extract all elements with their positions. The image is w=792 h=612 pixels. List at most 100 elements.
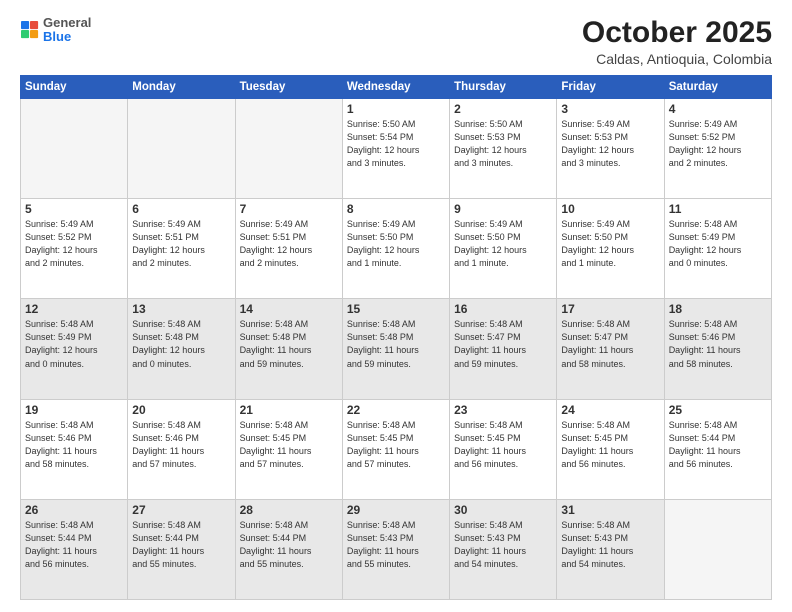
- day-cell: [235, 99, 342, 199]
- day-cell: 17Sunrise: 5:48 AM Sunset: 5:47 PM Dayli…: [557, 299, 664, 399]
- day-cell: 10 Sunrise: 5:49 AM Sunset: 5:50 PM Dayli…: [557, 199, 664, 299]
- day-info: Sunrise: 5:48 AM Sunset: 5:44 PM Dayligh…: [240, 519, 338, 571]
- week-row-1: 1 Sunrise: 5:50 AM Sunset: 5:54 PM Daylig…: [21, 99, 772, 199]
- day-info: Sunrise: 5:49 AM Sunset: 5:50 PM Dayligh…: [561, 218, 659, 270]
- day-cell: [21, 99, 128, 199]
- header-cell-wednesday: Wednesday: [342, 76, 449, 99]
- day-info: Sunrise: 5:48 AM Sunset: 5:44 PM Dayligh…: [669, 419, 767, 471]
- day-number: 7: [240, 202, 338, 216]
- day-info: Sunrise: 5:48 AM Sunset: 5:45 PM Dayligh…: [240, 419, 338, 471]
- title-section: October 2025 Caldas, Antioquia, Colombia: [582, 16, 772, 67]
- day-number: 11: [669, 202, 767, 216]
- header-cell-tuesday: Tuesday: [235, 76, 342, 99]
- day-number: 27: [132, 503, 230, 517]
- day-number: 23: [454, 403, 552, 417]
- day-info: Sunrise: 5:48 AM Sunset: 5:43 PM Dayligh…: [561, 519, 659, 571]
- day-info: Sunrise: 5:48 AM Sunset: 5:43 PM Dayligh…: [454, 519, 552, 571]
- day-cell: 2Sunrise: 5:50 AM Sunset: 5:53 PM Daylig…: [450, 99, 557, 199]
- day-number: 18: [669, 302, 767, 316]
- page: General Blue October 2025 Caldas, Antioq…: [0, 0, 792, 612]
- day-cell: 20Sunrise: 5:48 AM Sunset: 5:46 PM Dayli…: [128, 399, 235, 499]
- day-number: 17: [561, 302, 659, 316]
- day-cell: 30 Sunrise: 5:48 AM Sunset: 5:43 PM Dayli…: [450, 499, 557, 599]
- header: General Blue October 2025 Caldas, Antioq…: [20, 16, 772, 67]
- day-cell: 16 Sunrise: 5:48 AM Sunset: 5:47 PM Dayli…: [450, 299, 557, 399]
- week-row-3: 12Sunrise: 5:48 AM Sunset: 5:49 PM Dayli…: [21, 299, 772, 399]
- day-number: 19: [25, 403, 123, 417]
- day-cell: 1 Sunrise: 5:50 AM Sunset: 5:54 PM Daylig…: [342, 99, 449, 199]
- header-row: SundayMondayTuesdayWednesdayThursdayFrid…: [21, 76, 772, 99]
- day-info: Sunrise: 5:49 AM Sunset: 5:51 PM Dayligh…: [132, 218, 230, 270]
- day-info: Sunrise: 5:48 AM Sunset: 5:48 PM Dayligh…: [132, 318, 230, 370]
- day-cell: 3 Sunrise: 5:49 AM Sunset: 5:53 PM Daylig…: [557, 99, 664, 199]
- day-number: 21: [240, 403, 338, 417]
- day-info: Sunrise: 5:48 AM Sunset: 5:49 PM Dayligh…: [669, 218, 767, 270]
- day-info: Sunrise: 5:48 AM Sunset: 5:45 PM Dayligh…: [347, 419, 445, 471]
- day-cell: 23 Sunrise: 5:48 AM Sunset: 5:45 PM Dayli…: [450, 399, 557, 499]
- day-cell: 27Sunrise: 5:48 AM Sunset: 5:44 PM Dayli…: [128, 499, 235, 599]
- day-cell: 7Sunrise: 5:49 AM Sunset: 5:51 PM Daylig…: [235, 199, 342, 299]
- day-number: 15: [347, 302, 445, 316]
- day-number: 20: [132, 403, 230, 417]
- day-info: Sunrise: 5:50 AM Sunset: 5:53 PM Dayligh…: [454, 118, 552, 170]
- day-number: 16: [454, 302, 552, 316]
- day-info: Sunrise: 5:49 AM Sunset: 5:52 PM Dayligh…: [669, 118, 767, 170]
- day-number: 9: [454, 202, 552, 216]
- day-cell: 11 Sunrise: 5:48 AM Sunset: 5:49 PM Dayli…: [664, 199, 771, 299]
- logo-icon: [21, 21, 39, 39]
- day-number: 14: [240, 302, 338, 316]
- day-number: 6: [132, 202, 230, 216]
- header-cell-thursday: Thursday: [450, 76, 557, 99]
- day-info: Sunrise: 5:48 AM Sunset: 5:43 PM Dayligh…: [347, 519, 445, 571]
- header-cell-sunday: Sunday: [21, 76, 128, 99]
- subtitle: Caldas, Antioquia, Colombia: [582, 51, 772, 67]
- week-row-2: 5 Sunrise: 5:49 AM Sunset: 5:52 PM Daylig…: [21, 199, 772, 299]
- day-cell: 15 Sunrise: 5:48 AM Sunset: 5:48 PM Dayli…: [342, 299, 449, 399]
- day-cell: 21 Sunrise: 5:48 AM Sunset: 5:45 PM Dayli…: [235, 399, 342, 499]
- day-number: 28: [240, 503, 338, 517]
- day-number: 4: [669, 102, 767, 116]
- day-number: 24: [561, 403, 659, 417]
- day-info: Sunrise: 5:49 AM Sunset: 5:53 PM Dayligh…: [561, 118, 659, 170]
- day-number: 5: [25, 202, 123, 216]
- day-info: Sunrise: 5:48 AM Sunset: 5:49 PM Dayligh…: [25, 318, 123, 370]
- day-info: Sunrise: 5:48 AM Sunset: 5:47 PM Dayligh…: [454, 318, 552, 370]
- day-cell: 4 Sunrise: 5:49 AM Sunset: 5:52 PM Daylig…: [664, 99, 771, 199]
- logo-text-general: General: [43, 16, 91, 30]
- day-number: 30: [454, 503, 552, 517]
- logo-text-blue: Blue: [43, 30, 91, 44]
- month-title: October 2025: [582, 16, 772, 49]
- day-cell: [128, 99, 235, 199]
- day-number: 3: [561, 102, 659, 116]
- day-info: Sunrise: 5:49 AM Sunset: 5:52 PM Dayligh…: [25, 218, 123, 270]
- day-cell: 31Sunrise: 5:48 AM Sunset: 5:43 PM Dayli…: [557, 499, 664, 599]
- day-number: 22: [347, 403, 445, 417]
- header-cell-friday: Friday: [557, 76, 664, 99]
- day-info: Sunrise: 5:50 AM Sunset: 5:54 PM Dayligh…: [347, 118, 445, 170]
- day-info: Sunrise: 5:48 AM Sunset: 5:45 PM Dayligh…: [561, 419, 659, 471]
- header-cell-monday: Monday: [128, 76, 235, 99]
- day-info: Sunrise: 5:48 AM Sunset: 5:46 PM Dayligh…: [25, 419, 123, 471]
- day-info: Sunrise: 5:48 AM Sunset: 5:46 PM Dayligh…: [669, 318, 767, 370]
- day-cell: 12Sunrise: 5:48 AM Sunset: 5:49 PM Dayli…: [21, 299, 128, 399]
- calendar-table: SundayMondayTuesdayWednesdayThursdayFrid…: [20, 75, 772, 600]
- day-cell: 25 Sunrise: 5:48 AM Sunset: 5:44 PM Dayli…: [664, 399, 771, 499]
- day-info: Sunrise: 5:48 AM Sunset: 5:44 PM Dayligh…: [25, 519, 123, 571]
- day-number: 25: [669, 403, 767, 417]
- day-number: 1: [347, 102, 445, 116]
- day-cell: 9Sunrise: 5:49 AM Sunset: 5:50 PM Daylig…: [450, 199, 557, 299]
- day-cell: 6 Sunrise: 5:49 AM Sunset: 5:51 PM Daylig…: [128, 199, 235, 299]
- day-number: 10: [561, 202, 659, 216]
- day-info: Sunrise: 5:48 AM Sunset: 5:48 PM Dayligh…: [347, 318, 445, 370]
- day-info: Sunrise: 5:49 AM Sunset: 5:50 PM Dayligh…: [347, 218, 445, 270]
- day-info: Sunrise: 5:48 AM Sunset: 5:48 PM Dayligh…: [240, 318, 338, 370]
- day-number: 13: [132, 302, 230, 316]
- day-cell: 29Sunrise: 5:48 AM Sunset: 5:43 PM Dayli…: [342, 499, 449, 599]
- day-cell: 13 Sunrise: 5:48 AM Sunset: 5:48 PM Dayli…: [128, 299, 235, 399]
- day-number: 26: [25, 503, 123, 517]
- week-row-4: 19 Sunrise: 5:48 AM Sunset: 5:46 PM Dayli…: [21, 399, 772, 499]
- day-info: Sunrise: 5:48 AM Sunset: 5:45 PM Dayligh…: [454, 419, 552, 471]
- day-cell: 24 Sunrise: 5:48 AM Sunset: 5:45 PM Dayli…: [557, 399, 664, 499]
- logo: General Blue: [20, 16, 91, 45]
- day-cell: [664, 499, 771, 599]
